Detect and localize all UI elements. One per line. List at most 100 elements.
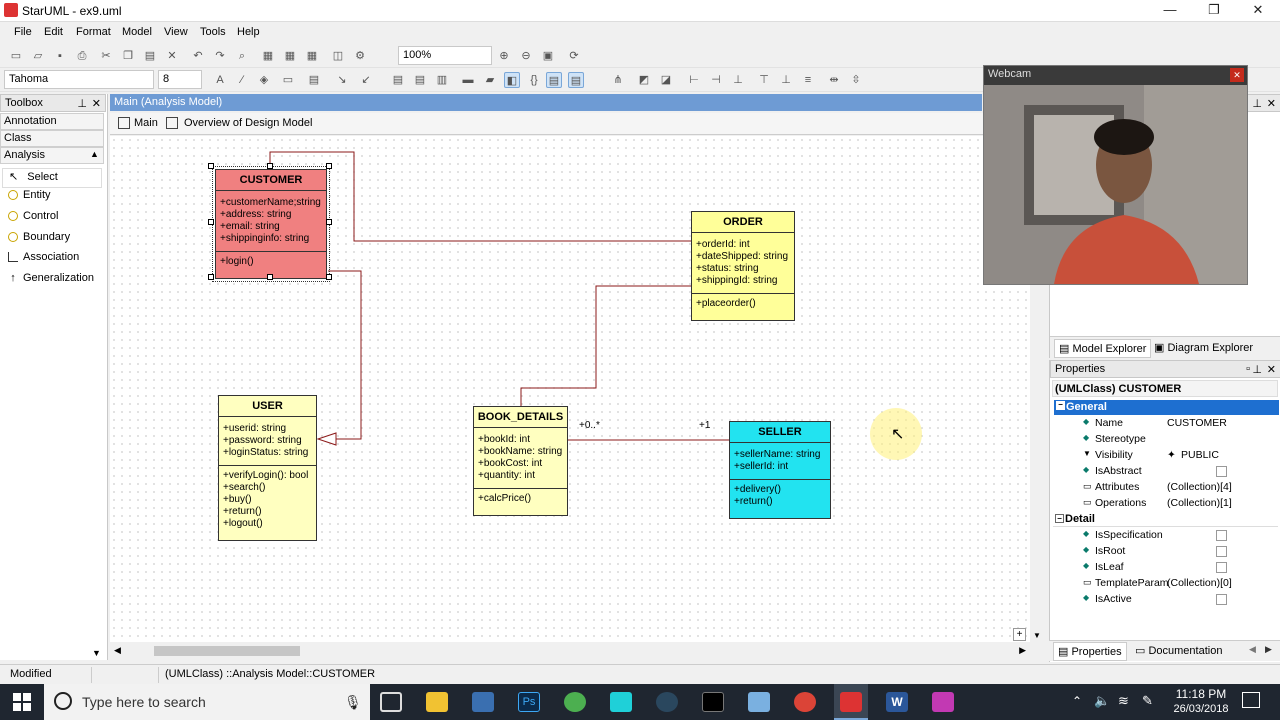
book-order-association[interactable]: [520, 285, 692, 406]
diagram-canvas[interactable]: +0..* +1 CUSTOMER +customerName;string +…: [110, 136, 1030, 642]
zoom-fit-icon[interactable]: ▣: [540, 48, 556, 64]
toolbox-category-annotation[interactable]: Annotation: [0, 113, 104, 130]
customer-order-association[interactable]: [269, 151, 692, 242]
menu-format[interactable]: Format: [76, 26, 111, 38]
selection-handle[interactable]: [326, 274, 332, 280]
redo-icon[interactable]: ↷: [212, 48, 228, 64]
prop-attributes[interactable]: ▭ Attributes (Collection)[4]: [1053, 480, 1277, 496]
send-back-icon[interactable]: ◪: [658, 72, 674, 88]
prop-isactive[interactable]: ◆ IsActive: [1053, 592, 1277, 608]
align-center-icon[interactable]: ⊥: [730, 72, 746, 88]
prop-operations[interactable]: ▭ Operations (Collection)[1]: [1053, 496, 1277, 512]
menu-view[interactable]: View: [164, 26, 188, 38]
class-user[interactable]: USER +userid: string +password: string +…: [218, 395, 317, 541]
maximize-panel-icon[interactable]: ▫: [1246, 363, 1250, 375]
line-style-icon[interactable]: ↘: [334, 72, 350, 88]
prop-isleaf[interactable]: ◆ IsLeaf: [1053, 560, 1277, 576]
font-name-select[interactable]: Tahoma: [4, 70, 154, 89]
tool-association[interactable]: Association: [8, 251, 79, 271]
minimize-button[interactable]: —: [1148, 0, 1192, 22]
steam-icon[interactable]: [656, 692, 678, 712]
open-folder-icon[interactable]: ▱: [30, 48, 46, 64]
fill-color-icon[interactable]: ◈: [256, 72, 272, 88]
pin-icon[interactable]: ⊥: [1252, 97, 1262, 110]
menu-help[interactable]: Help: [237, 26, 260, 38]
selection-handle[interactable]: [208, 163, 214, 169]
braces-icon[interactable]: {}: [526, 72, 542, 88]
cut-icon[interactable]: ✂: [98, 48, 114, 64]
staruml-taskbar-button[interactable]: [834, 684, 868, 720]
prop-visibility[interactable]: ▼ Visibility ✦ PUBLIC: [1053, 448, 1277, 464]
suppress-icon[interactable]: ▬: [460, 72, 476, 88]
bring-front-icon[interactable]: ◩: [636, 72, 652, 88]
align-top-icon[interactable]: ⊤: [756, 72, 772, 88]
microphone-icon[interactable]: 🎙: [344, 694, 362, 711]
diagram-icon[interactable]: ▦: [260, 48, 276, 64]
scrollbar-thumb[interactable]: [154, 646, 300, 656]
tab-overview[interactable]: Overview of Design Model: [166, 117, 312, 130]
tab-properties[interactable]: ▤ Properties: [1053, 642, 1127, 661]
isroot-checkbox[interactable]: [1216, 546, 1227, 557]
show-ops-icon[interactable]: ▤: [412, 72, 428, 88]
prop-templateparam[interactable]: ▭ TemplateParam (Collection)[0]: [1053, 576, 1277, 592]
align-left-icon[interactable]: ⊢: [686, 72, 702, 88]
align-bottom-icon[interactable]: ⊥: [778, 72, 794, 88]
style-icon[interactable]: ▤: [306, 72, 322, 88]
pin-icon[interactable]: ⊥: [1252, 363, 1262, 376]
collapse-icon[interactable]: −: [1056, 401, 1065, 410]
selection-handle[interactable]: [326, 219, 332, 225]
word-icon[interactable]: W: [886, 692, 908, 712]
font-color-icon[interactable]: A: [212, 72, 228, 88]
new-file-icon[interactable]: ▭: [8, 48, 24, 64]
delete-icon[interactable]: ✕: [164, 48, 180, 64]
class-order[interactable]: ORDER +orderId: int +dateShipped: string…: [691, 211, 795, 321]
prop-isabstract[interactable]: ◆ IsAbstract: [1053, 464, 1277, 480]
explorer-close-icon[interactable]: ✕: [1267, 97, 1276, 110]
file-explorer-icon[interactable]: [426, 692, 448, 712]
volume-icon[interactable]: 🔈: [1094, 693, 1110, 709]
tools-icon[interactable]: ⚙: [352, 48, 368, 64]
selection-handle[interactable]: [208, 219, 214, 225]
diagram2-icon[interactable]: ▦: [282, 48, 298, 64]
menu-model[interactable]: Model: [122, 26, 152, 38]
prop-isspecification[interactable]: ◆ IsSpecification: [1053, 528, 1277, 544]
taskbar-search-box[interactable]: Type here to search 🎙: [44, 684, 370, 720]
show-attrs-icon[interactable]: ▤: [390, 72, 406, 88]
font-size-select[interactable]: 8: [158, 70, 202, 89]
align-middle-icon[interactable]: ≡: [800, 72, 816, 88]
tab-scroll-left-icon[interactable]: ◀: [1249, 644, 1256, 655]
tab-diagram-explorer[interactable]: ▣ Diagram Explorer: [1154, 341, 1253, 354]
selection-handle[interactable]: [267, 163, 273, 169]
pen-icon[interactable]: ✎: [1142, 693, 1153, 709]
tool-entity[interactable]: Entity: [8, 189, 51, 209]
refresh-icon[interactable]: ⟳: [566, 48, 582, 64]
menu-tools[interactable]: Tools: [200, 26, 226, 38]
tab-scroll-right-icon[interactable]: ▶: [1265, 644, 1272, 655]
notification-icon[interactable]: [1242, 692, 1260, 708]
tool-control[interactable]: Control: [8, 210, 58, 230]
find-icon[interactable]: ⌕: [234, 48, 250, 64]
align-right-icon[interactable]: ⊣: [708, 72, 724, 88]
zoom-select[interactable]: 100%: [398, 46, 492, 65]
tool-generalization[interactable]: ↑ Generalization: [8, 272, 94, 292]
section-general[interactable]: − General: [1054, 400, 1279, 415]
virtualbox-icon[interactable]: [748, 692, 770, 712]
tab-model-explorer[interactable]: ▤ Model Explorer: [1054, 339, 1152, 358]
save-icon[interactable]: ▪: [52, 48, 68, 64]
selection-handle[interactable]: [208, 274, 214, 280]
space-v-icon[interactable]: ⇳: [848, 72, 864, 88]
isabstract-checkbox[interactable]: [1216, 466, 1227, 477]
windows-start-icon[interactable]: [13, 693, 31, 711]
zoom-in-icon[interactable]: ⊕: [496, 48, 512, 64]
scroll-down-icon[interactable]: ▼: [1033, 631, 1041, 640]
prop-name[interactable]: ◆ Name CUSTOMER: [1053, 416, 1277, 432]
toolbox-category-class[interactable]: Class: [0, 130, 104, 147]
menu-file[interactable]: File: [14, 26, 32, 38]
layout-icon[interactable]: ◫: [330, 48, 346, 64]
scroll-right-icon[interactable]: ▶: [1019, 645, 1026, 656]
class-book-details[interactable]: BOOK_DETAILS +bookId: int +bookName: str…: [473, 406, 568, 516]
tool-boundary[interactable]: Boundary: [8, 231, 70, 251]
isspecification-checkbox[interactable]: [1216, 530, 1227, 541]
package-icon[interactable]: ▰: [482, 72, 498, 88]
class-customer[interactable]: CUSTOMER +customerName;string +address: …: [212, 166, 330, 282]
